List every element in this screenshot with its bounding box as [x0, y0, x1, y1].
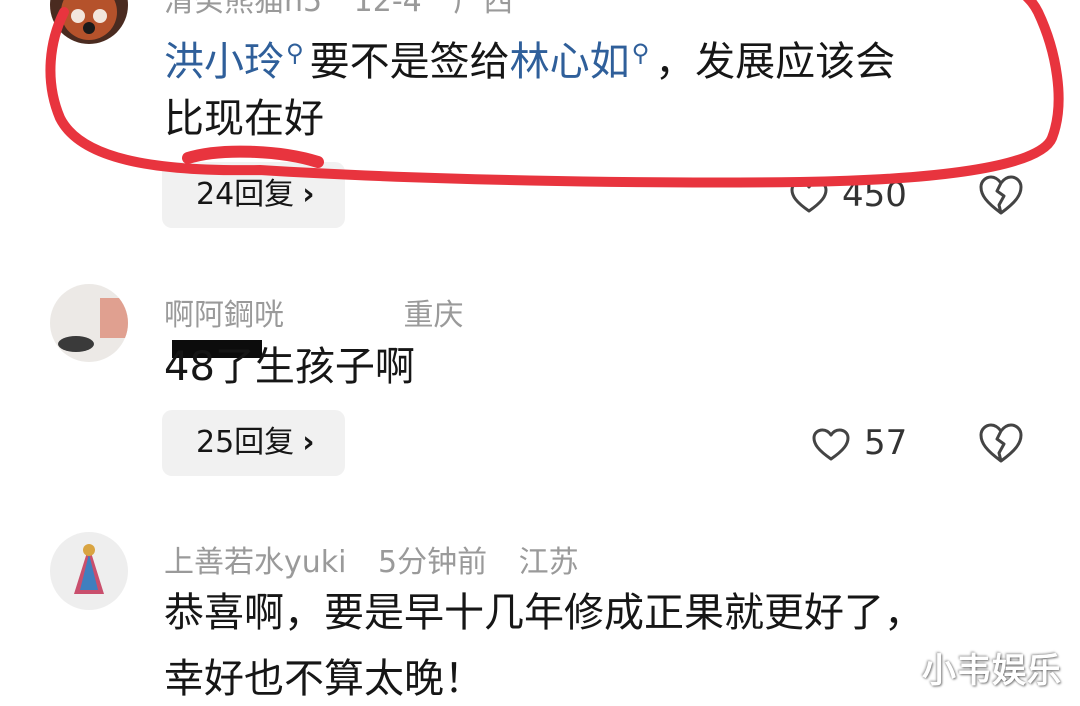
comment-location: 广西 — [453, 0, 514, 19]
broken-heart-icon — [979, 423, 1023, 463]
comment-text-line: 比现在好 — [164, 96, 324, 142]
comment-meta: 啊阿鋼咣 重庆 — [164, 290, 486, 334]
like-count: 57 — [864, 423, 908, 463]
comment-location: 江苏 — [518, 545, 579, 580]
comment-meta: 上善若水yuki 5分钟前 江苏 — [164, 537, 601, 581]
reply-count: 24回复 — [196, 177, 295, 212]
like-button[interactable]: 450 — [790, 170, 907, 220]
comment-text-segment: 要不是签给 — [309, 39, 510, 85]
author-name[interactable]: 上善若水yuki — [164, 545, 346, 580]
comment-location: 重庆 — [403, 298, 464, 333]
view-replies-button[interactable]: 25回复 › — [162, 410, 345, 476]
comment-text-segment: ，发展应该会 — [655, 39, 896, 85]
comment-meta: 清癸熊猫h5 12-4 广西 — [164, 0, 535, 20]
comment-text: 洪小玲⚲ 要不是签给林心如⚲ ，发展应该会 — [164, 22, 895, 93]
dislike-button[interactable] — [978, 174, 1024, 220]
broken-heart-icon — [979, 175, 1023, 215]
like-count: 450 — [842, 175, 907, 215]
comment-time: 12-4 — [353, 0, 422, 19]
chevron-right-icon: › — [302, 425, 315, 460]
mention-link[interactable]: 林心如 — [510, 39, 630, 85]
like-button[interactable]: 57 — [812, 418, 907, 468]
mention-link[interactable]: 洪小玲 — [164, 39, 284, 85]
avatar[interactable] — [50, 284, 128, 362]
comment-time: 5分钟前 — [378, 545, 488, 580]
chevron-right-icon: › — [302, 177, 315, 212]
reply-count: 25回复 — [196, 425, 295, 460]
author-name[interactable]: 啊阿鋼咣 — [164, 298, 284, 333]
avatar[interactable] — [50, 0, 128, 44]
avatar[interactable] — [50, 532, 128, 610]
search-icon[interactable]: ⚲ — [632, 39, 650, 67]
author-name[interactable]: 清癸熊猫h5 — [164, 0, 322, 19]
comment-text-line: 幸好也不算太晚！ — [164, 656, 484, 702]
comment-text-line: 恭喜啊，要是早十几年修成正果就更好了， — [164, 590, 924, 636]
view-replies-button[interactable]: 24回复 › — [162, 162, 345, 228]
comment-text: 48了生孩子啊 — [164, 344, 415, 390]
heart-outline-icon — [812, 428, 850, 460]
comment-feed: 清癸熊猫h5 12-4 广西 洪小玲⚲ 要不是签给林心如⚲ ，发展应该会 比现在好 … — [0, 0, 1080, 706]
search-icon[interactable]: ⚲ — [286, 39, 304, 67]
dislike-button[interactable] — [978, 422, 1024, 468]
heart-outline-icon — [790, 180, 828, 212]
watermark: 小韦娱乐 — [922, 651, 1062, 691]
